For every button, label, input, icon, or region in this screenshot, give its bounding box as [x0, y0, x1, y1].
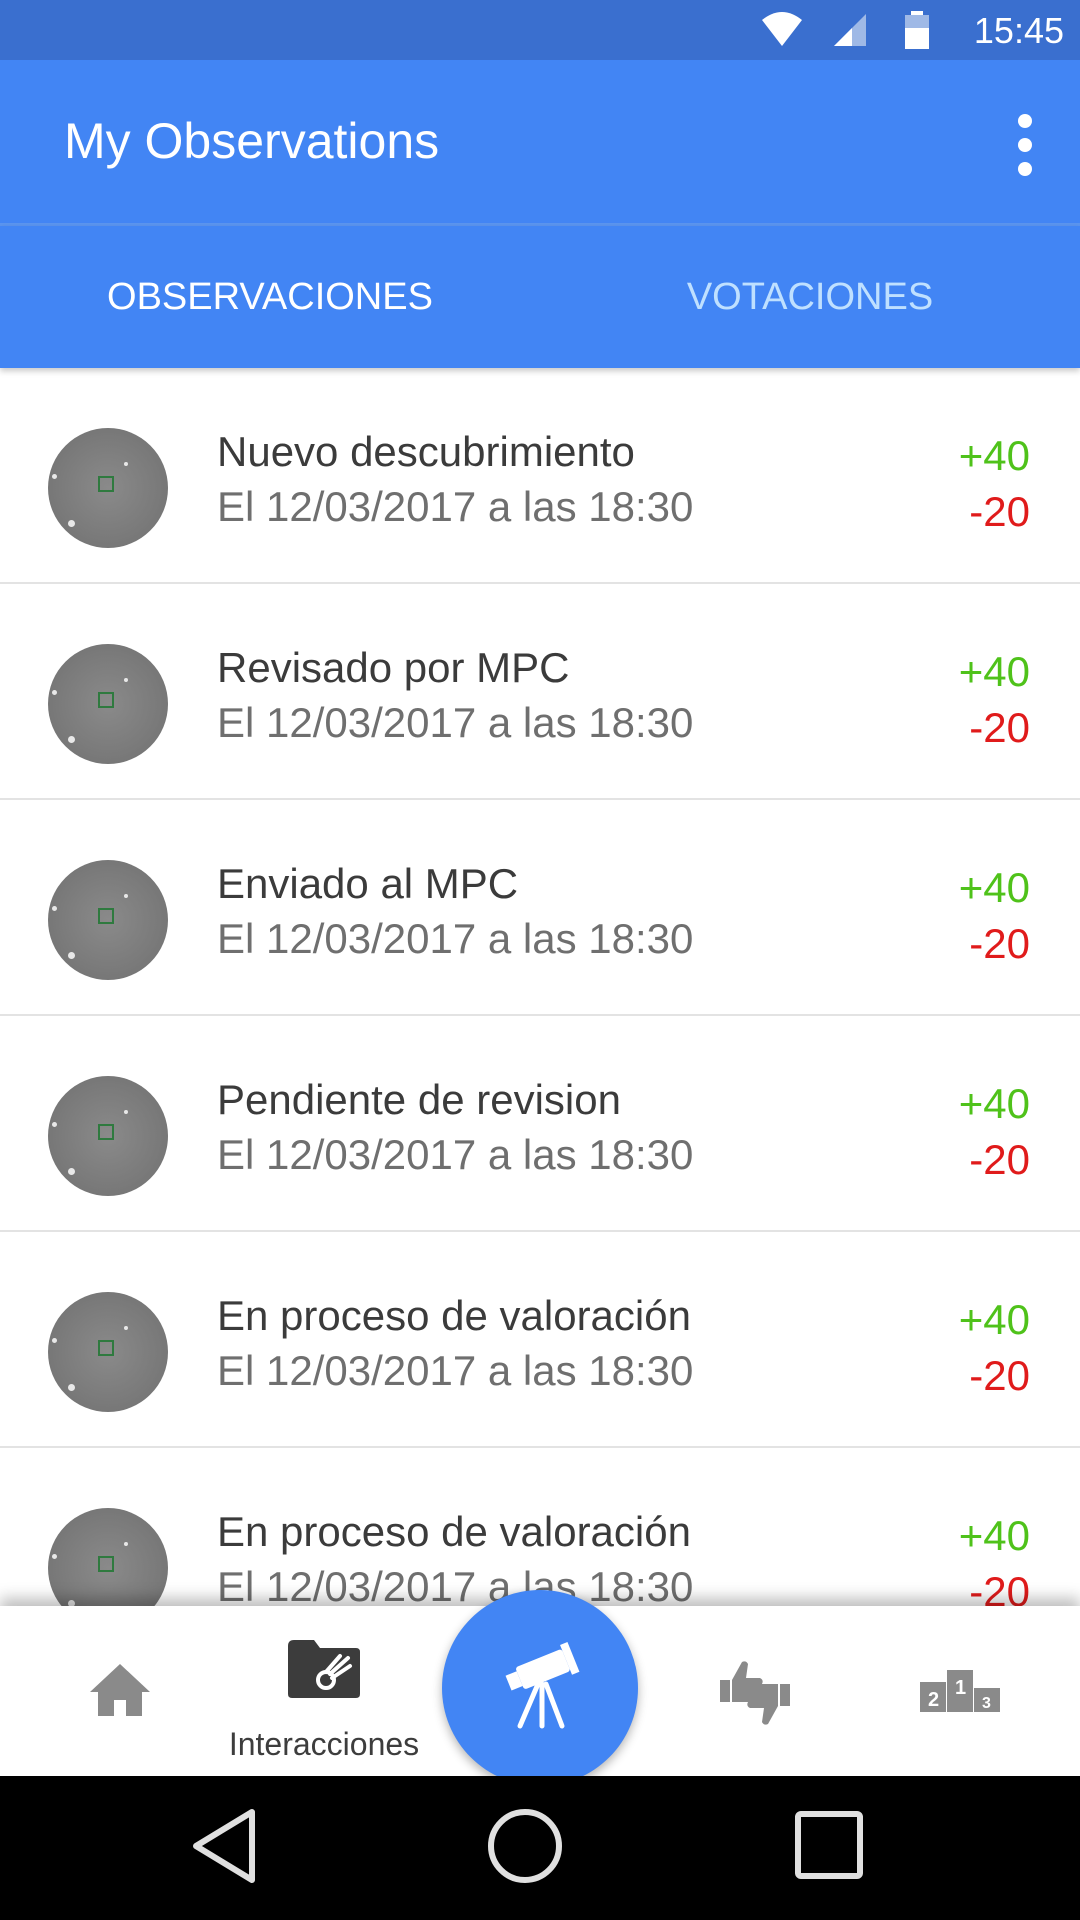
tab-bar: OBSERVACIONES VOTACIONES: [0, 226, 1080, 368]
score-negative: -20: [969, 488, 1030, 535]
score-positive: +40: [958, 432, 1030, 479]
thumbs-up-down-icon: [720, 1661, 790, 1725]
observation-thumbnail: [48, 644, 168, 764]
observation-date: El 12/03/2017 a las 18:30: [217, 915, 694, 962]
list-item[interactable]: Revisado por MPC El 12/03/2017 a las 18:…: [0, 584, 1080, 800]
svg-text:1: 1: [955, 1677, 966, 1699]
list-item[interactable]: Pendiente de revision El 12/03/2017 a la…: [0, 1016, 1080, 1232]
observations-list: Nuevo descubrimiento El 12/03/2017 a las…: [0, 368, 1080, 1606]
status-bar: 15:45: [0, 0, 1080, 60]
more-vert-icon[interactable]: [1000, 110, 1050, 180]
page-title: My Observations: [64, 113, 440, 169]
observation-date: El 12/03/2017 a las 18:30: [217, 1131, 694, 1178]
nav-interacciones[interactable]: Interacciones: [224, 1606, 424, 1776]
score-negative: -20: [969, 1568, 1030, 1606]
home-icon: [90, 1664, 150, 1716]
nav-home[interactable]: [20, 1606, 220, 1776]
nav-label-interacciones: Interacciones: [228, 1726, 420, 1762]
score-positive: +40: [958, 864, 1030, 911]
observation-title: En proceso de valoración: [217, 1508, 691, 1555]
score-negative: -20: [969, 920, 1030, 967]
list-item[interactable]: En proceso de valoración El 12/03/2017 a…: [0, 1448, 1080, 1606]
podium-icon: 2 1 3: [920, 1670, 1000, 1712]
telescope-icon: [505, 1642, 580, 1729]
battery-icon: [905, 11, 929, 49]
tab-votaciones[interactable]: VOTACIONES: [540, 226, 1080, 368]
score-positive: +40: [958, 1080, 1030, 1127]
list-item[interactable]: Nuevo descubrimiento El 12/03/2017 a las…: [0, 368, 1080, 584]
observation-title: En proceso de valoración: [217, 1292, 691, 1339]
observation-title: Nuevo descubrimiento: [217, 428, 635, 475]
observation-thumbnail: [48, 428, 168, 548]
score-positive: +40: [958, 1296, 1030, 1343]
observation-date: El 12/03/2017 a las 18:30: [217, 483, 694, 530]
tab-observaciones[interactable]: OBSERVACIONES: [0, 226, 540, 368]
telescope-button[interactable]: [442, 1590, 638, 1786]
score-positive: +40: [958, 1512, 1030, 1559]
score-negative: -20: [969, 704, 1030, 751]
wifi-icon: [762, 12, 802, 46]
app-bar: My Observations: [0, 60, 1080, 226]
back-icon[interactable]: [190, 1806, 260, 1886]
signal-icon: [834, 14, 866, 46]
observation-thumbnail: [48, 1292, 168, 1412]
list-item[interactable]: Enviado al MPC El 12/03/2017 a las 18:30…: [0, 800, 1080, 1016]
observation-date: El 12/03/2017 a las 18:30: [217, 1347, 694, 1394]
observation-thumbnail: [48, 1508, 168, 1606]
home-circle-icon[interactable]: [485, 1806, 565, 1886]
observation-title: Pendiente de revision: [217, 1076, 621, 1123]
system-navigation-bar: [0, 1776, 1080, 1920]
recents-icon[interactable]: [794, 1806, 864, 1886]
observation-date: El 12/03/2017 a las 18:30: [217, 699, 694, 746]
nav-ranking[interactable]: 2 1 3: [880, 1606, 1040, 1776]
svg-text:2: 2: [928, 1689, 939, 1711]
observation-title: Revisado por MPC: [217, 644, 570, 691]
score-negative: -20: [969, 1136, 1030, 1183]
comet-folder-icon: [288, 1640, 360, 1698]
svg-text:3: 3: [982, 1695, 991, 1712]
observation-title: Enviado al MPC: [217, 860, 519, 907]
status-time: 15:45: [973, 10, 1064, 51]
list-item[interactable]: En proceso de valoración El 12/03/2017 a…: [0, 1232, 1080, 1448]
observation-thumbnail: [48, 860, 168, 980]
observation-date: El 12/03/2017 a las 18:30: [217, 1563, 694, 1606]
score-negative: -20: [969, 1352, 1030, 1399]
observation-thumbnail: [48, 1076, 168, 1196]
nav-votes[interactable]: [690, 1606, 850, 1776]
score-positive: +40: [958, 648, 1030, 695]
